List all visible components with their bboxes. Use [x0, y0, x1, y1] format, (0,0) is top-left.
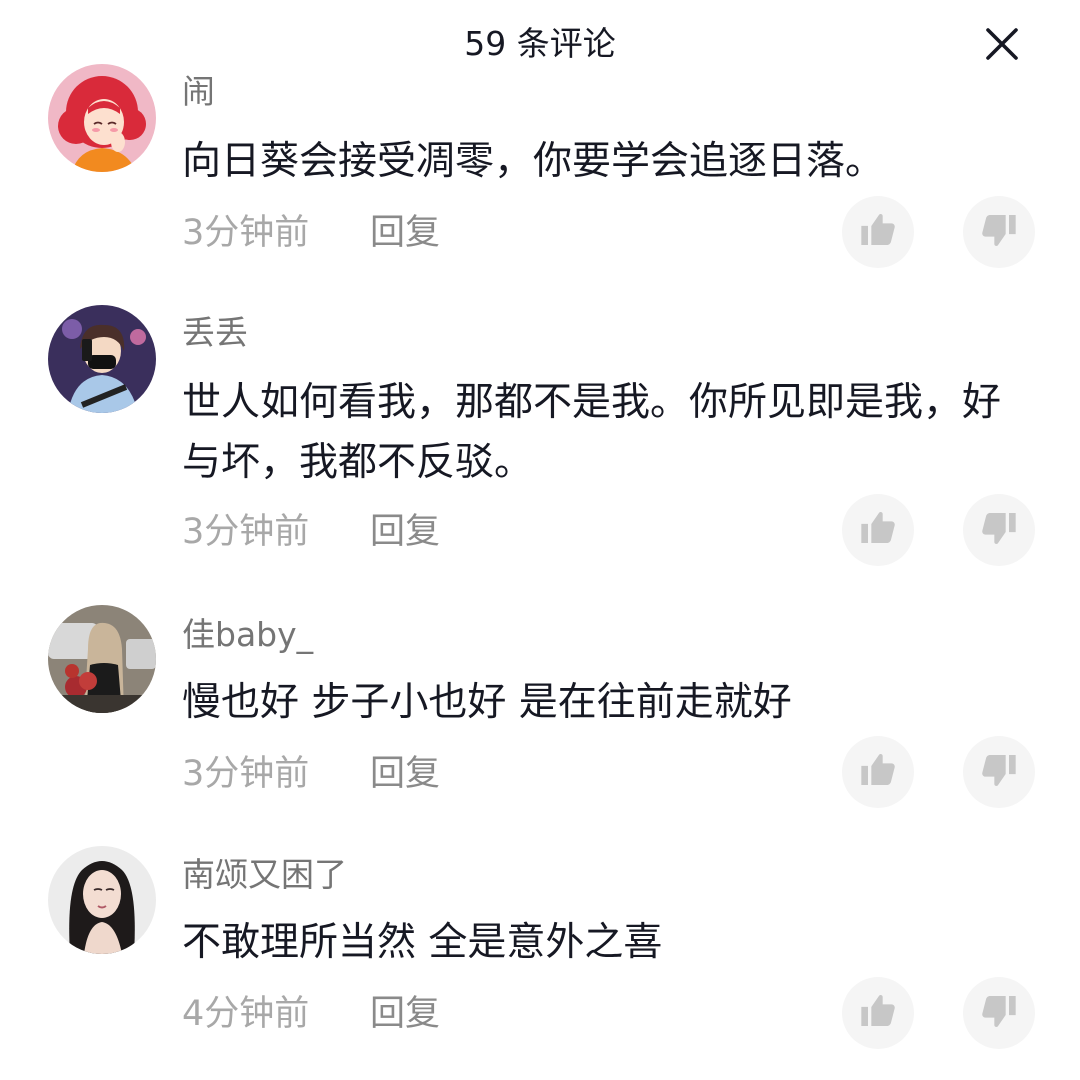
comment-username[interactable]: 南颂又困了	[182, 853, 347, 897]
dislike-button[interactable]	[963, 736, 1035, 808]
comments-header: 59 条评论	[0, 0, 1080, 90]
thumbs-up-icon	[858, 508, 898, 552]
avatar[interactable]	[48, 605, 156, 713]
thumbs-down-icon	[979, 508, 1019, 552]
close-icon	[980, 28, 1024, 70]
like-button[interactable]	[842, 494, 914, 566]
comment-count-title: 59 条评论	[464, 24, 616, 63]
thumbs-down-icon	[979, 210, 1019, 254]
like-button[interactable]	[842, 196, 914, 268]
comment-time: 3分钟前	[182, 213, 310, 253]
dislike-button[interactable]	[963, 977, 1035, 1049]
comment-text: 世人如何看我，那都不是我。你所见即是我，好与坏，我都不反驳。	[182, 380, 1002, 485]
reply-button[interactable]: 回复	[370, 990, 440, 1038]
close-button[interactable]	[980, 22, 1024, 66]
comment-list: 闹 向日葵会接受凋零，你要学会追逐日落。 3分钟前 回复 丢丢 世人如何看我，那…	[0, 0, 1080, 1080]
comment-username[interactable]: 丢丢	[182, 311, 248, 355]
thumbs-up-icon	[858, 750, 898, 794]
comment-text: 慢也好 步子小也好 是在往前走就好	[182, 680, 792, 725]
dislike-button[interactable]	[963, 494, 1035, 566]
avatar[interactable]	[48, 305, 156, 413]
thumbs-down-icon	[979, 991, 1019, 1035]
like-button[interactable]	[842, 977, 914, 1049]
comment-time: 3分钟前	[182, 512, 310, 552]
comment-time: 3分钟前	[182, 754, 310, 794]
reply-button[interactable]: 回复	[370, 750, 440, 798]
avatar[interactable]	[48, 846, 156, 954]
comment-text: 不敢理所当然 全是意外之喜	[182, 920, 663, 965]
dislike-button[interactable]	[963, 196, 1035, 268]
like-button[interactable]	[842, 736, 914, 808]
reply-button[interactable]: 回复	[370, 209, 440, 257]
thumbs-up-icon	[858, 210, 898, 254]
thumbs-up-icon	[858, 991, 898, 1035]
comment-username[interactable]: 佳baby_	[182, 613, 313, 657]
comment-text: 向日葵会接受凋零，你要学会追逐日落。	[182, 139, 885, 184]
thumbs-down-icon	[979, 750, 1019, 794]
comment-time: 4分钟前	[182, 994, 310, 1034]
reply-button[interactable]: 回复	[370, 508, 440, 556]
